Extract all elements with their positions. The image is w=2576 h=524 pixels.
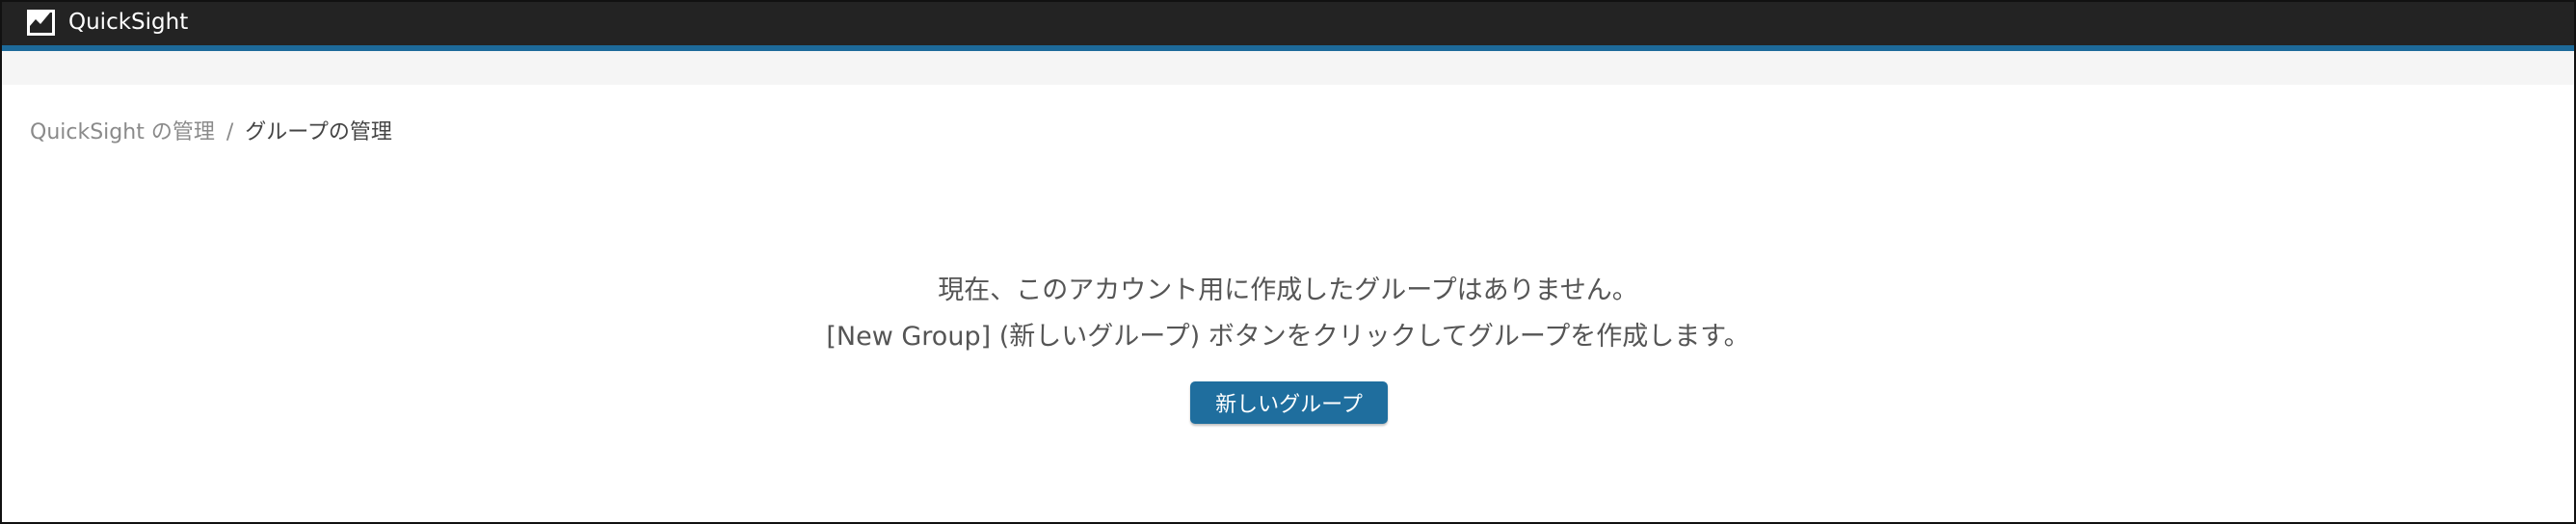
quicksight-logo[interactable]: QuickSight (27, 10, 188, 36)
empty-state-line-1: 現在、このアカウント用に作成したグループはありません。 (938, 275, 1638, 305)
empty-state-message: 現在、このアカウント用に作成したグループはありません。 [New Group] … (0, 268, 2576, 360)
breadcrumb: QuickSight の管理 / グループの管理 (30, 119, 392, 146)
breadcrumb-item-group-management: グループの管理 (245, 120, 392, 144)
empty-state-line-2: [New Group] (新しいグループ) ボタンをクリックしてグループを作成し… (826, 322, 1750, 352)
app-name: QuickSight (68, 10, 189, 35)
new-group-button[interactable]: 新しいグループ (1190, 381, 1388, 424)
breadcrumb-item-quicksight-admin[interactable]: QuickSight の管理 (30, 120, 215, 144)
sub-header-bar (0, 51, 2576, 85)
breadcrumb-separator: / (226, 120, 234, 144)
chart-area-icon (27, 10, 55, 36)
top-navigation-bar: QuickSight (0, 0, 2576, 45)
